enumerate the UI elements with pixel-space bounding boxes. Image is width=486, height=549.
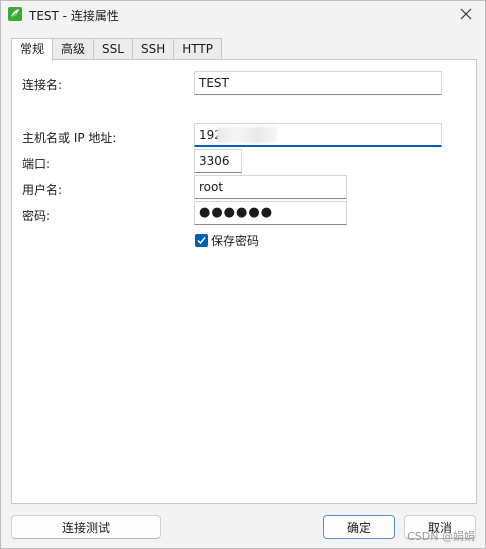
host-label: 主机名或 IP 地址: (22, 131, 117, 145)
close-button[interactable] (457, 5, 475, 23)
check-icon (197, 237, 206, 245)
watermark: CSDN @娟娟 (407, 530, 475, 543)
username-input[interactable]: root (194, 175, 347, 199)
title-bar: TEST - 连接属性 (1, 1, 485, 29)
app-icon (8, 7, 22, 21)
save-password-label: 保存密码 (211, 234, 260, 248)
window-title: TEST - 连接属性 (29, 9, 119, 23)
checkbox-box[interactable] (195, 234, 208, 247)
port-label: 端口: (22, 157, 51, 171)
password-input[interactable]: ●●●●●● (194, 201, 347, 225)
close-icon (460, 8, 472, 20)
tab-http[interactable]: HTTP (173, 38, 222, 60)
test-connection-button[interactable]: 连接测试 (11, 515, 161, 539)
host-input[interactable]: 192 (194, 123, 442, 147)
connection-name-input[interactable]: TEST (194, 71, 442, 95)
password-label: 密码: (22, 209, 51, 223)
tab-bar: 常规 高级 SSL SSH HTTP (11, 38, 222, 61)
port-input[interactable]: 3306 (194, 149, 242, 173)
connection-name-label: 连接名: (22, 78, 63, 92)
dialog-window: TEST - 连接属性 常规 高级 SSL SSH HTTP 连接名: TEST… (0, 0, 486, 549)
tab-general[interactable]: 常规 (11, 38, 54, 61)
save-password-checkbox[interactable]: 保存密码 (195, 232, 259, 249)
redaction-blur (217, 127, 277, 143)
username-label: 用户名: (22, 183, 63, 197)
tab-ssh[interactable]: SSH (131, 38, 175, 60)
ok-button[interactable]: 确定 (323, 515, 395, 539)
tab-advanced[interactable]: 高级 (52, 38, 95, 60)
general-panel: 连接名: TEST 主机名或 IP 地址: 192 端口: 3306 用户名: … (11, 59, 477, 504)
tab-ssl[interactable]: SSL (93, 38, 133, 60)
